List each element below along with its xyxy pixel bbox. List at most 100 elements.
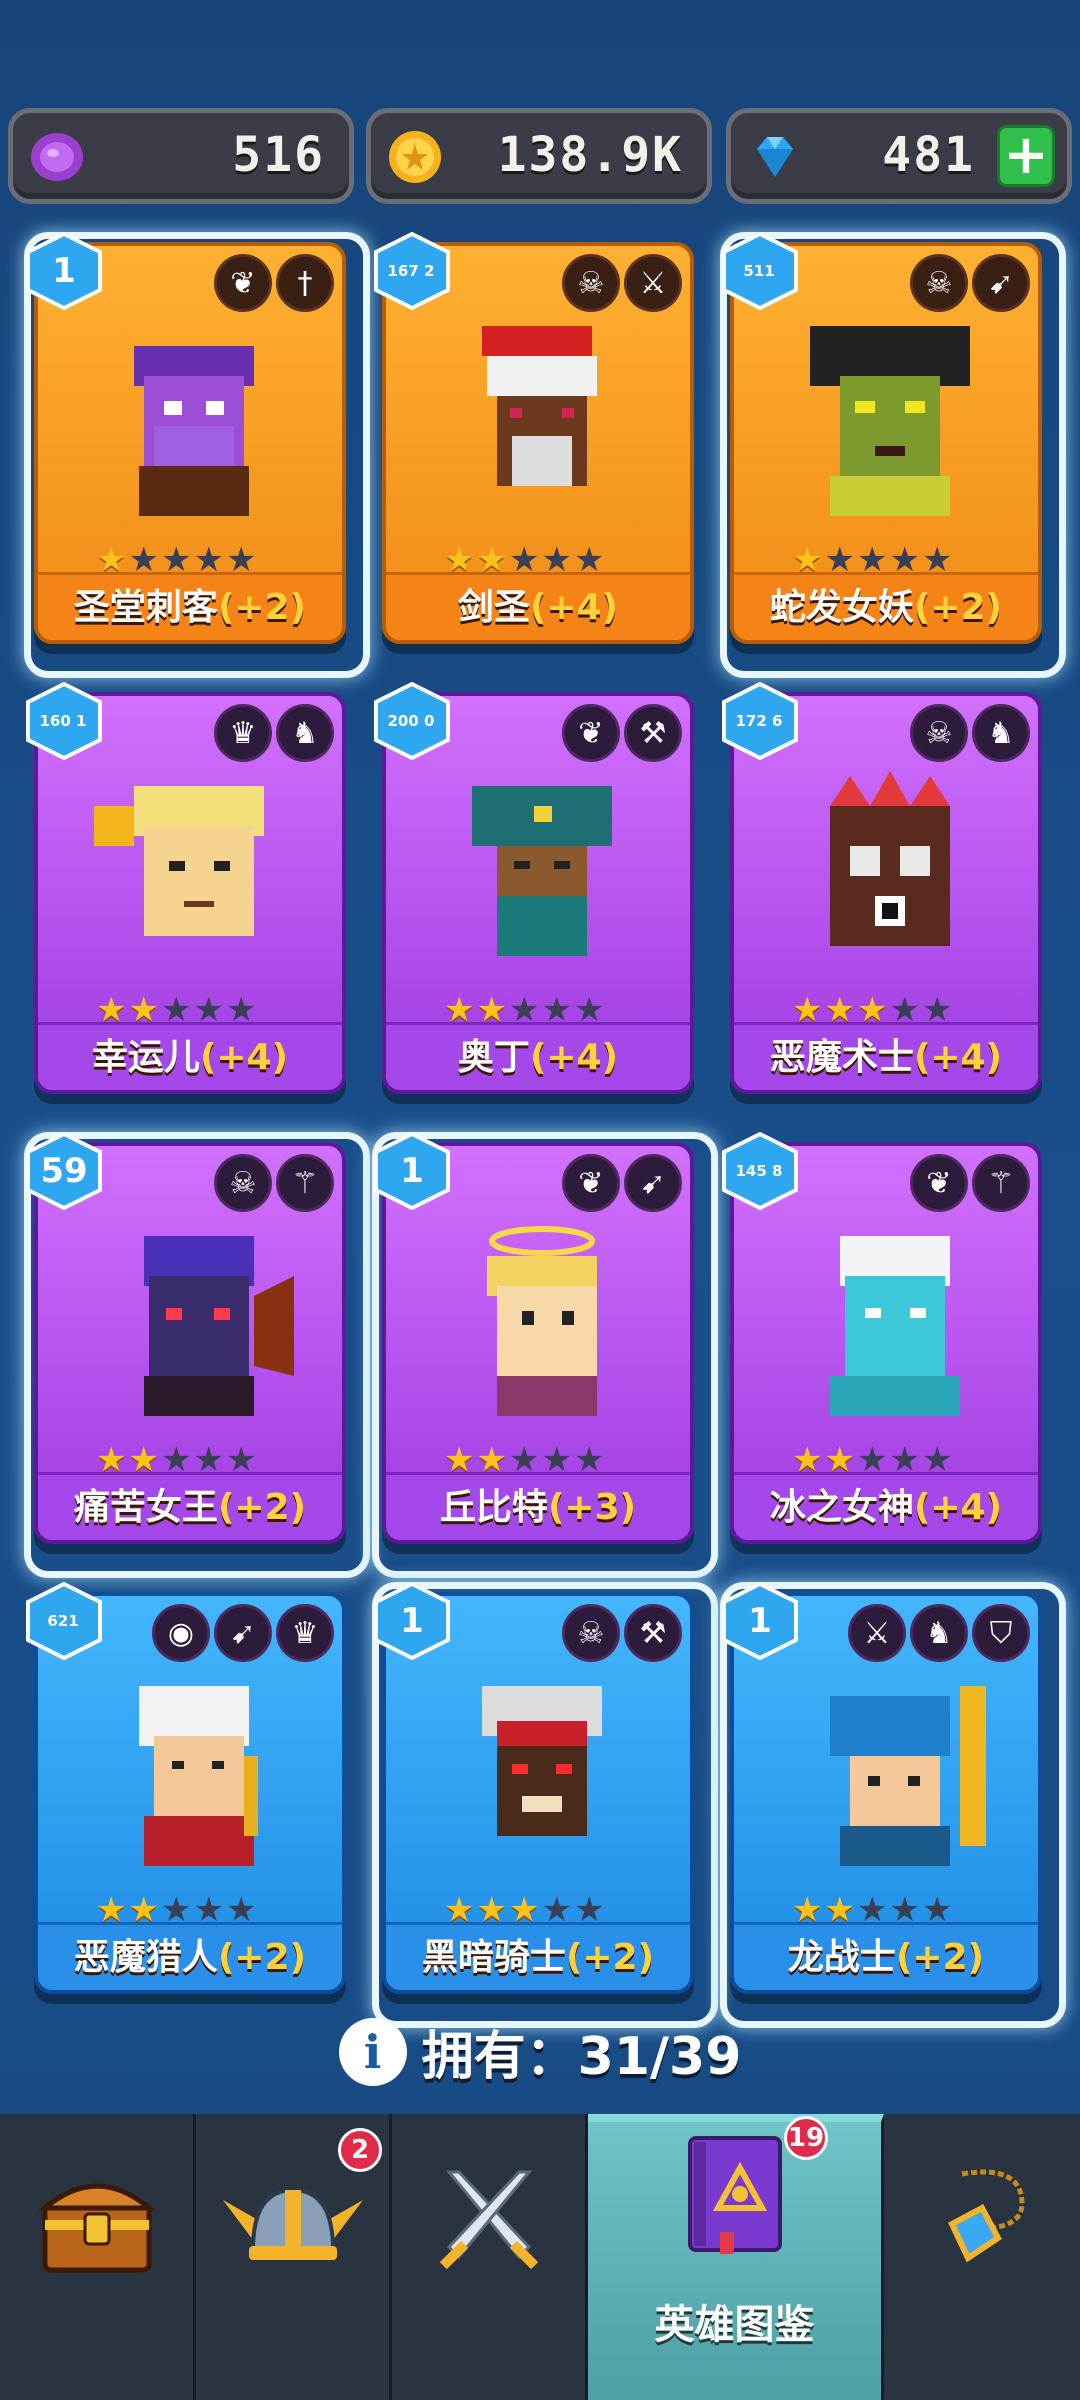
hero-level: 59 [40, 1151, 88, 1191]
info-icon[interactable]: i [338, 2017, 407, 2086]
hero-name: 痛苦女王(+2) [38, 1472, 342, 1540]
heroes-notification-badge: 2 [338, 2128, 382, 2172]
dragon-icon: ♞ [910, 1604, 968, 1662]
skull-icon: ☠ [214, 1154, 272, 1212]
hero-card[interactable]: ★ ★ ★ ★ ★ 幸运儿(+4) ♛ ♞ 160 1 [24, 682, 346, 1094]
skull-icon: ☠ [910, 254, 968, 312]
eye-icon: ◉ [152, 1604, 210, 1662]
hero-level: 1 [400, 1601, 424, 1641]
treasure-chest-icon [37, 2183, 156, 2273]
hero-name: 恶魔猎人(+2) [38, 1922, 342, 1990]
hero-portrait [482, 1686, 602, 1836]
hero-card[interactable]: ★ ★ ★ ★ ★ 恶魔猎人(+2) ◉ ➹ ♛ 621 [24, 1582, 346, 1994]
class-icons: ❦ † [214, 254, 334, 312]
hero-name: 龙战士(+2) [734, 1922, 1038, 1990]
level-badge: 200 0 [372, 682, 452, 760]
hero-card[interactable]: ★ ★ ★ ★ ★ 蛇发女妖(+2) ☠ ➹ 511 [720, 232, 1066, 678]
class-icons: ♛ ♞ [214, 704, 334, 762]
helmet-icon: ⛉ [972, 1604, 1030, 1662]
dragon-icon: ♞ [972, 704, 1030, 762]
nav-artifacts[interactable] [884, 2114, 1080, 2400]
hero-level: 1 [748, 1601, 772, 1641]
hero-level: 172 6 [735, 712, 783, 730]
hero-card[interactable]: ★ ★ ★ ★ ★ 黑暗骑士(+2) ☠ ⚒ 1 [372, 1582, 718, 2028]
level-badge: 1 [24, 232, 104, 310]
staff-icon: ⚚ [276, 1154, 334, 1212]
hero-portrait [830, 771, 950, 946]
hero-card[interactable]: ★ ★ ★ ★ ★ 丘比特(+3) ❦ ➹ 1 [372, 1132, 718, 1578]
wing-icon: ❦ [562, 1154, 620, 1212]
skull-icon: ☠ [562, 254, 620, 312]
nav-hero-codex[interactable]: 19 英雄图鉴 [588, 2114, 884, 2400]
level-badge: 621 [24, 1582, 104, 1660]
purple-coin-icon [29, 129, 85, 185]
hero-level: 167 2 [387, 262, 435, 280]
hero-card[interactable]: ★ ★ ★ ★ ★ 恶魔术士(+4) ☠ ♞ 172 6 [720, 682, 1042, 1094]
level-badge: 1 [372, 1582, 452, 1660]
hero-portrait [487, 1226, 597, 1416]
hammer-icon: ⚒ [624, 704, 682, 762]
hero-portrait [144, 1236, 294, 1416]
class-icons: ☠ ⚔ [562, 254, 682, 312]
level-badge: 59 [24, 1132, 104, 1210]
hero-name: 黑暗骑士(+2) [386, 1922, 690, 1990]
nav-chest[interactable] [0, 2114, 196, 2400]
hero-card[interactable]: ★ ★ ★ ★ ★ 痛苦女王(+2) ☠ ⚚ 59 [24, 1132, 370, 1578]
hero-name: 圣堂刺客(+2) [38, 572, 342, 640]
gold-value: 138.9K [497, 127, 683, 183]
nav-battle[interactable] [392, 2114, 588, 2400]
level-badge: 511 [720, 232, 800, 310]
purple-coin-counter[interactable]: 516 [8, 108, 354, 204]
elf-icon: ♛ [276, 1604, 334, 1662]
nav-heroes[interactable]: 2 [196, 2114, 392, 2400]
hero-name: 恶魔术士(+4) [734, 1022, 1038, 1090]
hero-portrait [810, 326, 970, 516]
dragon-icon: ♞ [276, 704, 334, 762]
class-icons: ❦ ⚚ [910, 1154, 1030, 1212]
hero-level: 1 [52, 251, 76, 291]
hero-portrait [134, 346, 254, 516]
resource-bar: 516 138.9K 481 + [0, 108, 1080, 204]
class-icons: ◉ ➹ ♛ [152, 1604, 334, 1662]
class-icons: ❦ ⚒ [562, 704, 682, 762]
hero-level: 145 8 [735, 1162, 783, 1180]
level-badge: 1 [372, 1132, 452, 1210]
hero-grid: ★ ★ ★ ★ ★ 圣堂刺客(+2) ❦ † 1 ★ ★ ★ ★ ★ 剑圣(+4) ☠ ⚔ 167 … [24, 232, 1066, 2028]
class-icons: ⚔ ♞ ⛉ [848, 1604, 1030, 1662]
wing-icon: ❦ [562, 704, 620, 762]
amulet-icon [948, 2169, 1025, 2263]
level-badge: 145 8 [720, 1132, 800, 1210]
bottom-nav: 2 19 英雄图鉴 [0, 2114, 1080, 2400]
hero-name: 丘比特(+3) [386, 1472, 690, 1540]
hero-card[interactable]: ★ ★ ★ ★ ★ 冰之女神(+4) ❦ ⚚ 145 8 [720, 1132, 1042, 1544]
nav-hero-codex-label: 英雄图鉴 [654, 2302, 815, 2348]
bow-icon: ➹ [214, 1604, 272, 1662]
elf-icon: ♛ [214, 704, 272, 762]
hero-name: 蛇发女妖(+2) [734, 572, 1038, 640]
hero-name: 剑圣(+4) [386, 572, 690, 640]
hero-portrait [139, 1686, 258, 1866]
hero-card[interactable]: ★ ★ ★ ★ ★ 奥丁(+4) ❦ ⚒ 200 0 [372, 682, 694, 1094]
bow-icon: ➹ [972, 254, 1030, 312]
level-badge: 172 6 [720, 682, 800, 760]
hero-card[interactable]: ★ ★ ★ ★ ★ 龙战士(+2) ⚔ ♞ ⛉ 1 [720, 1582, 1066, 2028]
hero-card[interactable]: ★ ★ ★ ★ ★ 剑圣(+4) ☠ ⚔ 167 2 [372, 232, 694, 644]
viking-helmet-icon [222, 2187, 363, 2260]
hero-level: 511 [743, 262, 775, 280]
level-badge: 167 2 [372, 232, 452, 310]
add-gems-button[interactable]: + [997, 125, 1055, 187]
gem-counter[interactable]: 481 + [726, 108, 1072, 204]
level-badge: 160 1 [24, 682, 104, 760]
sword-icon: ⚔ [848, 1604, 906, 1662]
dagger-icon: † [276, 254, 334, 312]
hero-portrait [482, 326, 597, 486]
hero-card[interactable]: ★ ★ ★ ★ ★ 圣堂刺客(+2) ❦ † 1 [24, 232, 370, 678]
gold-counter[interactable]: 138.9K [366, 108, 712, 204]
wing-icon: ❦ [214, 254, 272, 312]
hero-name: 奥丁(+4) [386, 1022, 690, 1090]
hero-portrait [830, 1686, 986, 1866]
sword-icon: ⚔ [624, 254, 682, 312]
skull-icon: ☠ [562, 1604, 620, 1662]
hero-name: 冰之女神(+4) [734, 1472, 1038, 1540]
owned-count: i 拥有：31/39 [0, 2014, 1080, 2094]
